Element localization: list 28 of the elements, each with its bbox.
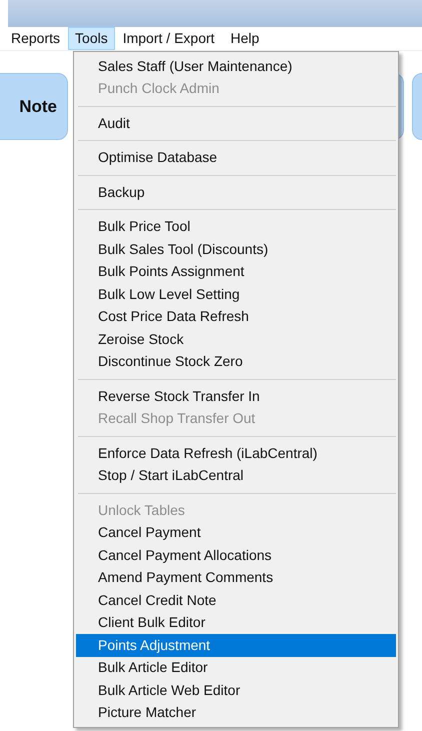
- menu-item[interactable]: Bulk Points Assignment: [76, 260, 396, 283]
- menu-item[interactable]: Audit: [76, 112, 396, 134]
- menu-item[interactable]: Zeroise Stock: [76, 328, 396, 350]
- menu-item[interactable]: Client Bulk Editor: [76, 612, 396, 634]
- menu-item[interactable]: Cancel Credit Note: [76, 589, 396, 612]
- menu-item[interactable]: Bulk Article Web Editor: [76, 679, 396, 702]
- menu-bar-item[interactable]: Import / Export: [114, 27, 223, 50]
- menu-bar-item[interactable]: Tools: [68, 27, 115, 50]
- menu-item[interactable]: Reverse Stock Transfer In: [76, 385, 396, 408]
- menu-item[interactable]: Bulk Price Tool: [76, 216, 396, 238]
- menu-item[interactable]: Amend Payment Comments: [76, 566, 396, 589]
- menu-item[interactable]: Cancel Payment Allocations: [76, 544, 396, 566]
- menu-item[interactable]: Backup: [76, 181, 396, 204]
- menu-item[interactable]: Points Adjustment: [76, 634, 396, 656]
- menu-item[interactable]: Optimise Database: [76, 146, 396, 169]
- menu-item[interactable]: Bulk Article Editor: [76, 656, 396, 679]
- menu-item[interactable]: Sales Staff (User Maintenance): [76, 55, 396, 78]
- menu-item[interactable]: Picture Matcher: [76, 702, 396, 724]
- menu-item[interactable]: Cost Price Data Refresh: [76, 306, 396, 328]
- menu-item[interactable]: Bulk Low Level Setting: [76, 283, 396, 306]
- menu-bar-item[interactable]: Reports: [3, 27, 68, 50]
- tile-button[interactable]: Note: [0, 73, 68, 140]
- menu-item[interactable]: Enforce Data Refresh (iLabCentral): [76, 442, 396, 464]
- menu-item[interactable]: Cancel Payment: [76, 522, 396, 544]
- menu-item[interactable]: Bulk Sales Tool (Discounts): [76, 238, 396, 260]
- menu-item[interactable]: Stop / Start iLabCentral: [76, 464, 396, 487]
- menu-item[interactable]: Discontinue Stock Zero: [76, 350, 396, 373]
- menu-bar-item[interactable]: Help: [222, 27, 268, 50]
